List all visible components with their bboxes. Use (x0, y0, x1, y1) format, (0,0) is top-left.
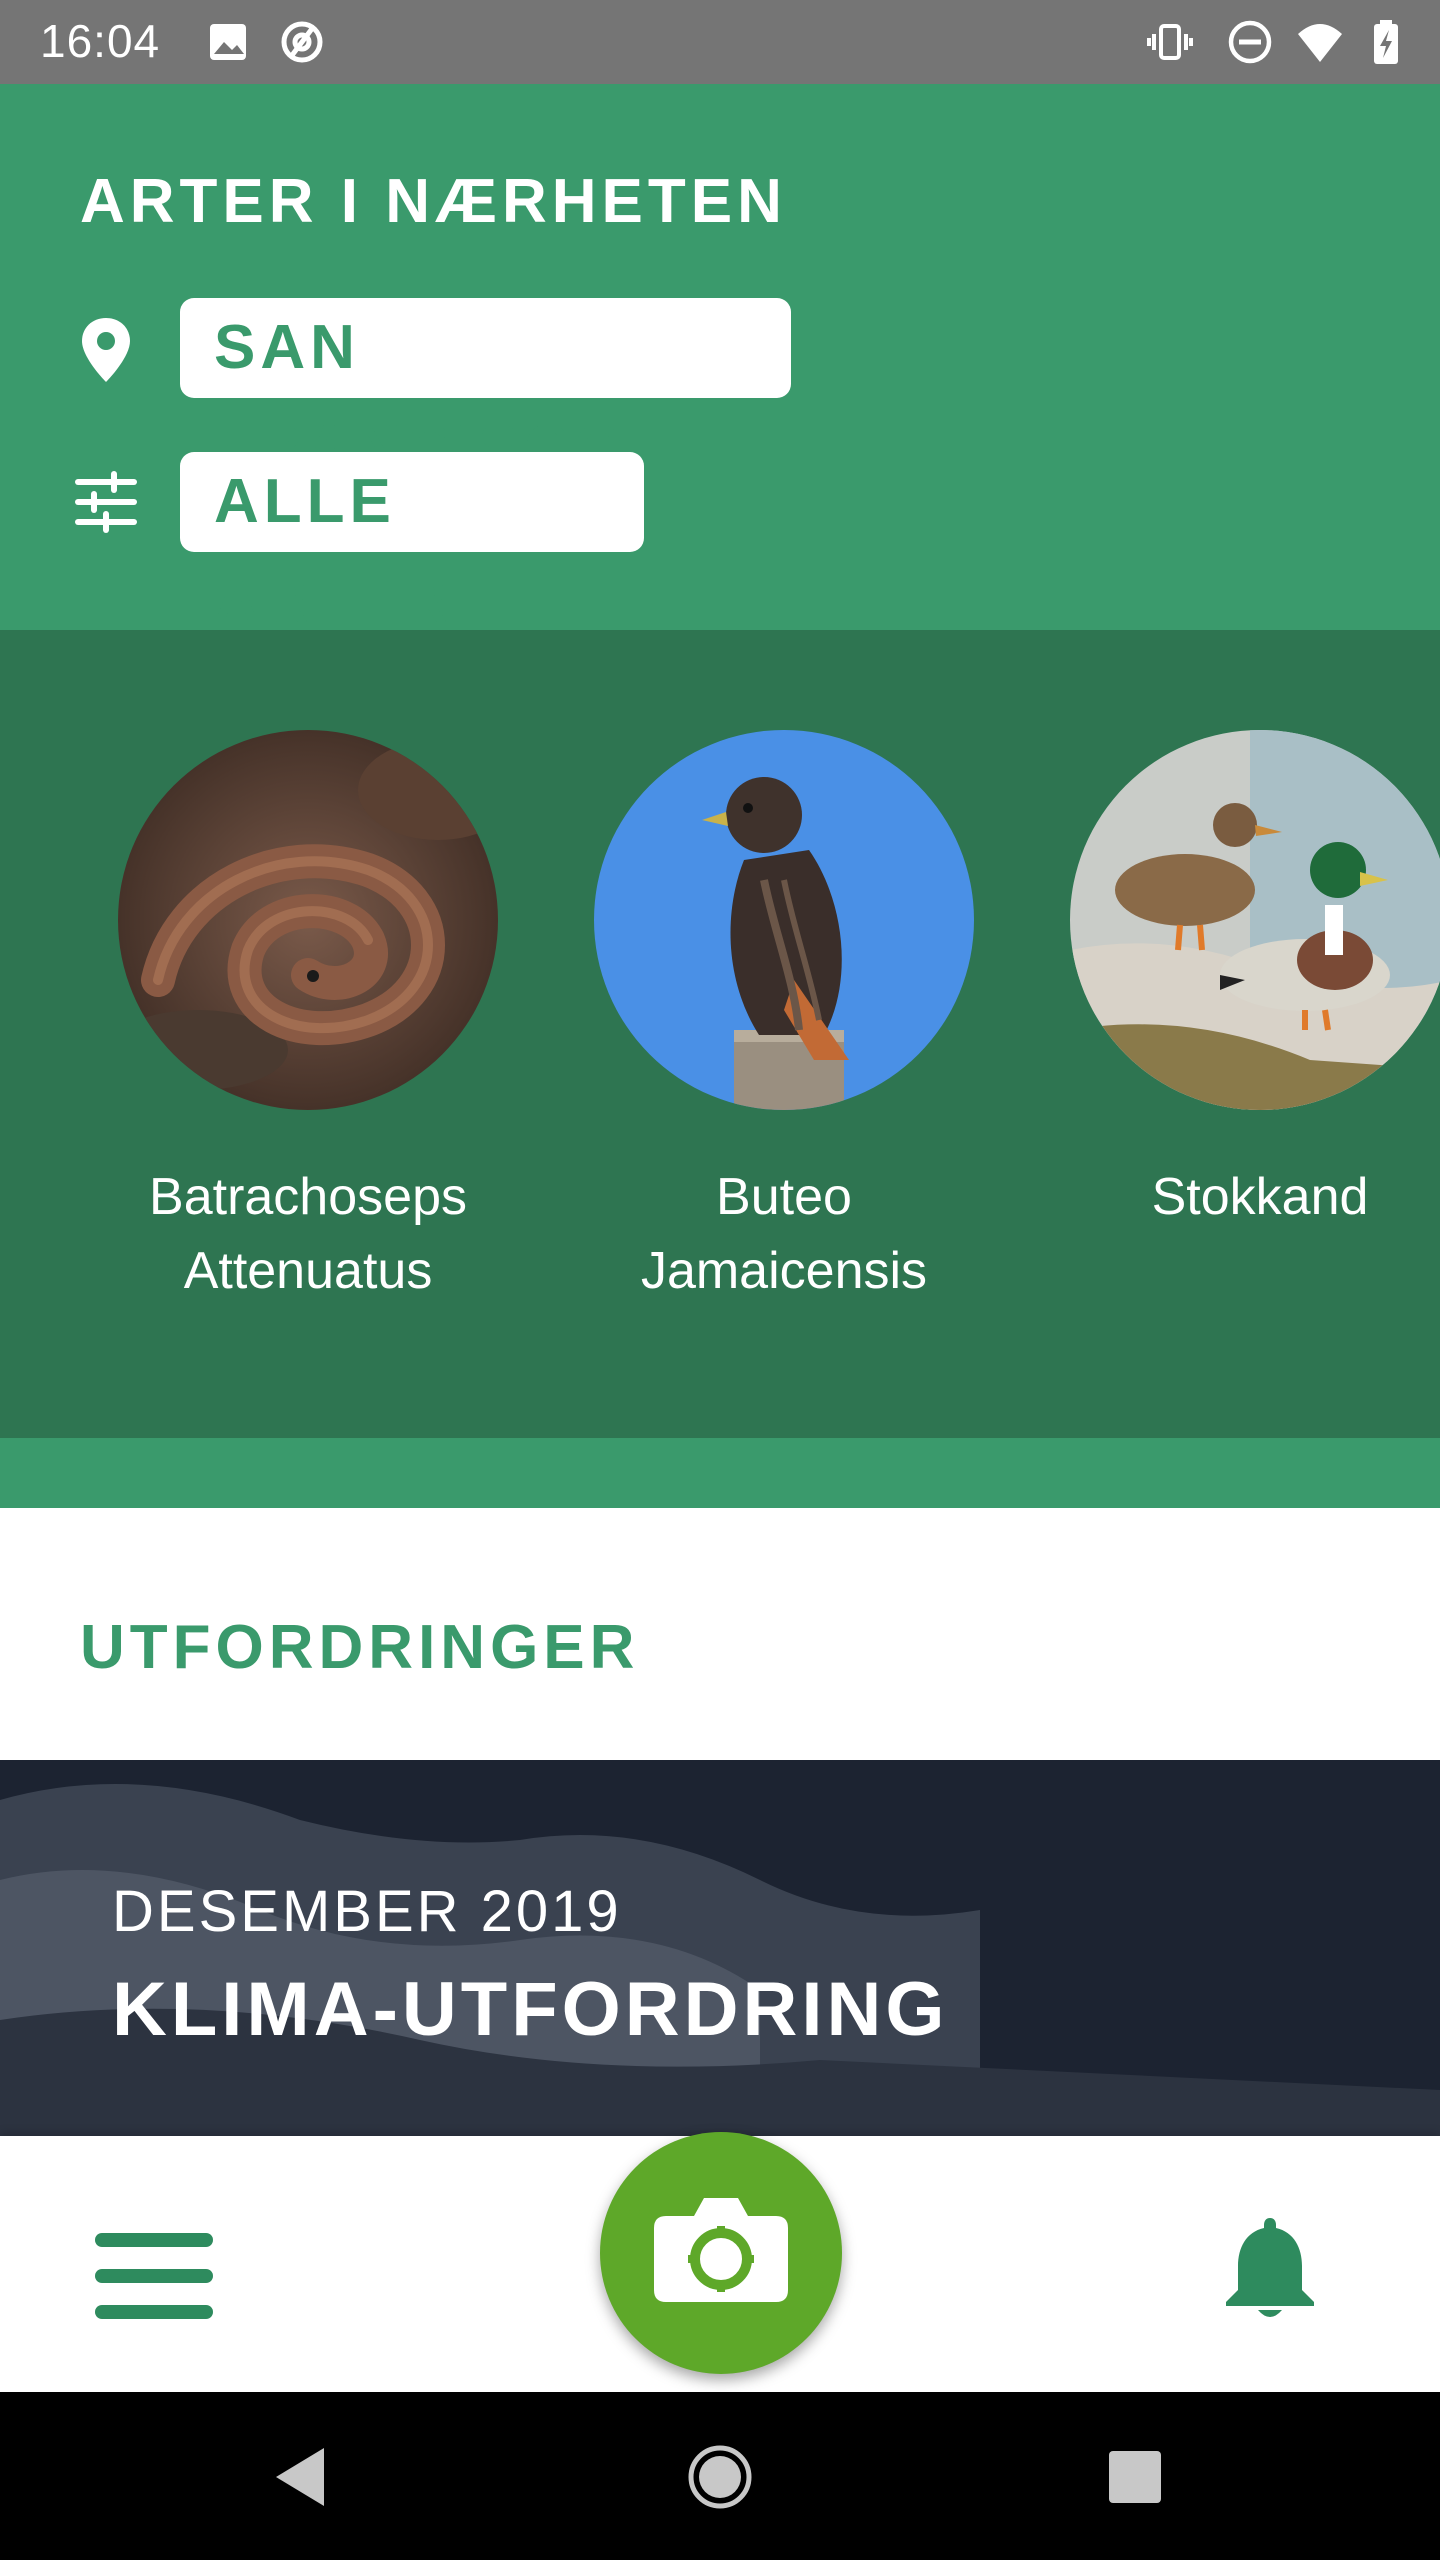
species-carousel: Batrachoseps Attenuatus Buteo Jamaicensi… (0, 630, 1440, 1438)
challenge-card[interactable]: DESEMBER 2019 KLIMA-UTFORDRING (0, 1760, 1440, 2136)
nearby-species-header: ARTER I NÆRHETEN SAN FRANCISCO ALLE ARTE… (0, 84, 1440, 636)
species-card[interactable]: Buteo Jamaicensis (594, 730, 974, 1308)
salamander-photo (118, 730, 498, 1110)
challenges-section: UTFORDRINGER (0, 1508, 1440, 1760)
battery-charging-icon (1374, 20, 1398, 64)
system-nav-bar (0, 2392, 1440, 2560)
species-card[interactable]: Batrachoseps Attenuatus (118, 730, 498, 1308)
status-time: 16:04 (40, 15, 161, 67)
species-name: Buteo Jamaicensis (640, 1168, 928, 1300)
hamburger-menu-icon[interactable] (92, 2226, 216, 2326)
location-pin-icon (82, 318, 130, 382)
vibrate-icon (1147, 24, 1193, 60)
challenges-title: UTFORDRINGER (80, 1613, 640, 1682)
species-filter-selector[interactable]: ALLE ARTER (180, 452, 644, 636)
nearby-species-title: ARTER I NÆRHETEN (80, 167, 787, 236)
back-icon[interactable] (266, 2442, 336, 2512)
recent-apps-icon[interactable] (1100, 2442, 1170, 2512)
species-card[interactable]: Stokkand (1070, 730, 1440, 1234)
home-icon[interactable] (685, 2442, 755, 2512)
mallard-photo (1070, 730, 1440, 1110)
location-selector[interactable]: SAN FRANCISCO (180, 298, 791, 482)
image-icon (210, 24, 246, 60)
challenge-name: KLIMA-UTFORDRING (112, 1967, 949, 2052)
wifi-icon (1298, 24, 1342, 62)
do-not-disturb-icon (1228, 20, 1272, 64)
camera-icon (654, 2198, 788, 2302)
hawk-photo (594, 730, 974, 1110)
sliders-icon (75, 471, 137, 533)
challenge-date: DESEMBER 2019 (112, 1879, 622, 1944)
species-name: Batrachoseps Attenuatus (149, 1168, 467, 1300)
at-sync-icon (281, 21, 323, 63)
section-divider (0, 1438, 1440, 1508)
bell-icon[interactable] (1214, 2212, 1326, 2324)
status-bar: 16:04 (0, 0, 1440, 84)
camera-button[interactable] (600, 2132, 842, 2374)
species-name: Stokkand (1151, 1168, 1369, 1226)
glacier-background (0, 1784, 1440, 2136)
